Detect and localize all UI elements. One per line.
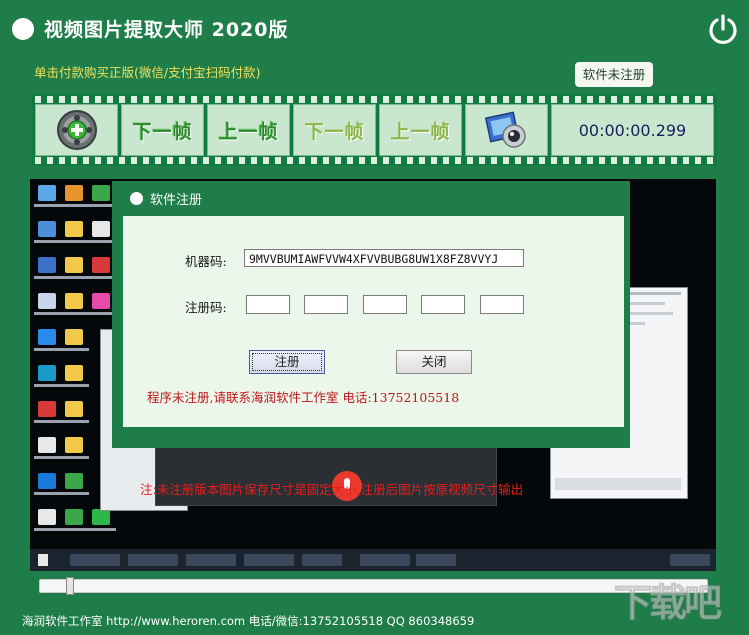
register-button[interactable]: 注册: [249, 350, 325, 374]
reg-code-field-5[interactable]: [480, 295, 524, 314]
photo-capture-icon: [484, 111, 526, 148]
save-size-note: 注:未注册版本图片保存尺寸是固定大小,注册后图片按原视频尺寸输出: [140, 482, 524, 497]
dialog-title: 软件注册: [150, 193, 203, 208]
watermark-logo: 下载吧: [610, 576, 745, 626]
close-dialog-button[interactable]: 关闭: [396, 350, 472, 374]
reg-code-field-2[interactable]: [304, 295, 348, 314]
desktop-taskbar: [30, 549, 716, 571]
slider-track[interactable]: [39, 579, 708, 593]
registration-status-badge[interactable]: 软件未注册: [575, 62, 653, 87]
reg-code-field-3[interactable]: [363, 295, 407, 314]
film-toolbar: 下一帧 上一帧 下一帧 上一帧 00:00:00.299: [32, 94, 717, 166]
title-bar: 视频图片提取大师 2020版: [0, 0, 749, 58]
reg-code-field-4[interactable]: [421, 295, 465, 314]
timecode-text: 00:00:00.299: [578, 120, 687, 140]
playback-slider[interactable]: [39, 577, 708, 595]
dialog-logo-icon: [130, 192, 143, 205]
registration-warning: 程序未注册,请联系海润软件工作室 电话:13752105518: [147, 390, 460, 405]
slider-thumb[interactable]: [66, 577, 74, 595]
next-frame-dim-label: 下一帧: [304, 120, 365, 143]
prev-frame-button[interactable]: 上一帧: [207, 104, 290, 156]
add-video-icon: [56, 110, 97, 150]
footer-contact: 海润软件工作室 http://www.heroren.com 电话/微信:137…: [22, 614, 475, 628]
registration-dialog: 软件注册 机器码: 9MVVBUMIAWFVVW4XFVVBUBG8UW1X8F…: [112, 181, 630, 448]
next-frame-dim-button[interactable]: 下一帧: [293, 104, 376, 156]
capture-image-button[interactable]: [465, 104, 548, 156]
film-perforation-bottom: [32, 157, 717, 164]
add-video-button[interactable]: [35, 104, 118, 156]
power-icon[interactable]: [706, 12, 740, 46]
machine-code-field[interactable]: 9MVVBUMIAWFVVW4XFVVBUBG8UW1X8FZ8VVYJ: [244, 249, 524, 267]
prev-frame-dim-label: 上一帧: [390, 120, 451, 143]
reg-code-field-1[interactable]: [246, 295, 290, 314]
next-frame-button[interactable]: 下一帧: [121, 104, 204, 156]
dialog-title-bar: 软件注册: [130, 189, 202, 208]
machine-code-label: 机器码:: [185, 254, 227, 269]
app-logo-icon: [12, 18, 34, 40]
film-perforation-top: [32, 96, 717, 103]
next-frame-label: 下一帧: [132, 120, 193, 143]
app-title: 视频图片提取大师 2020版: [44, 19, 289, 41]
buy-license-link[interactable]: 单击付款购买正版(微信/支付宝扫码付款): [34, 62, 260, 81]
prev-frame-label: 上一帧: [218, 120, 279, 143]
svg-text:下载吧: 下载吧: [614, 581, 722, 625]
app-window: 视频图片提取大师 2020版 单击付款购买正版(微信/支付宝扫码付款) 软件未注…: [0, 0, 749, 629]
reg-code-label: 注册码:: [185, 300, 227, 315]
prev-frame-dim-button[interactable]: 上一帧: [379, 104, 462, 156]
timecode-display: 00:00:00.299: [551, 104, 714, 156]
dialog-body: 机器码: 9MVVBUMIAWFVVW4XFVVBUBG8UW1X8FZ8VVY…: [123, 216, 624, 427]
